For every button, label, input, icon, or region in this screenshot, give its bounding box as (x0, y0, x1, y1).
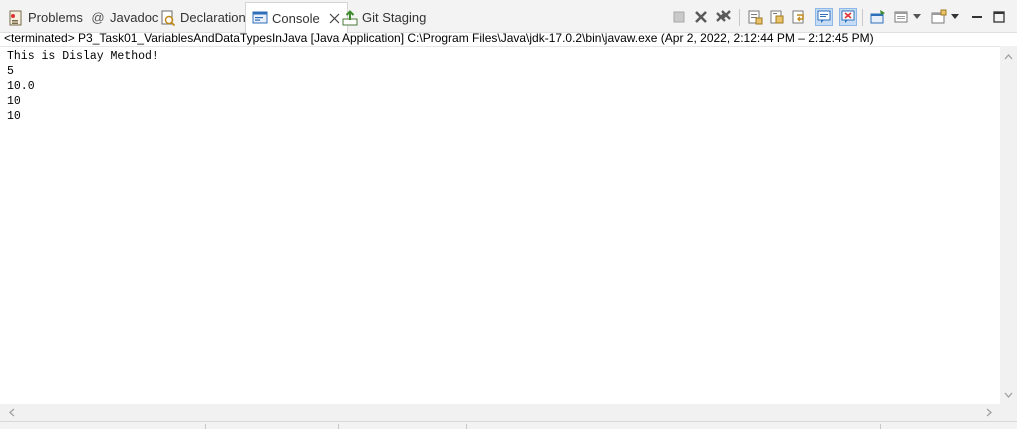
chevron-down-icon[interactable] (912, 8, 922, 26)
scroll-up-icon[interactable] (1000, 48, 1017, 65)
remove-launch-icon[interactable] (692, 8, 710, 26)
show-console-on-stderr-icon[interactable] (839, 8, 857, 26)
scroll-lock-icon[interactable] (768, 8, 786, 26)
open-console-icon[interactable] (930, 8, 948, 26)
scrollbar-corner (1000, 404, 1017, 421)
clear-console-icon[interactable] (746, 8, 764, 26)
console-output-text: This is Dislay Method! 5 10.0 10 10 (7, 50, 159, 123)
console-output-area[interactable]: This is Dislay Method! 5 10.0 10 10 (0, 46, 1000, 404)
word-wrap-icon[interactable] (790, 8, 808, 26)
tab-console-label: Console (272, 10, 320, 26)
toolbar-separator (739, 9, 740, 26)
scroll-left-icon[interactable] (3, 404, 20, 421)
tab-console[interactable]: Console (245, 2, 348, 33)
show-console-on-stdout-icon[interactable] (815, 8, 833, 26)
horizontal-scrollbar[interactable] (0, 404, 1000, 421)
tab-git-staging[interactable]: Git Staging (342, 3, 426, 32)
display-selected-console-icon[interactable] (892, 8, 910, 26)
close-icon[interactable] (329, 12, 341, 24)
tab-git-staging-label: Git Staging (362, 10, 427, 25)
problems-icon (8, 10, 24, 26)
scroll-right-icon[interactable] (980, 404, 997, 421)
status-divider (205, 424, 206, 429)
console-icon (252, 10, 268, 26)
status-divider (466, 424, 467, 429)
scroll-down-icon[interactable] (1000, 386, 1017, 403)
vertical-scrollbar[interactable] (1000, 46, 1017, 404)
chevron-down-icon[interactable] (950, 8, 960, 26)
tab-javadoc[interactable]: @ Javadoc (90, 3, 158, 32)
status-divider (880, 424, 881, 429)
tab-problems[interactable]: Problems (8, 3, 83, 32)
terminate-icon[interactable] (670, 8, 688, 26)
view-tab-bar: Problems @ Javadoc Declaration Console G… (0, 0, 1017, 33)
status-bar (0, 421, 1017, 429)
at-icon: @ (91, 10, 105, 25)
declaration-icon (160, 10, 176, 26)
tab-javadoc-label: Javadoc (110, 10, 159, 25)
launch-description: <terminated> P3_Task01_VariablesAndDataT… (4, 31, 874, 45)
tab-declaration-label: Declaration (180, 10, 246, 25)
maximize-icon[interactable] (990, 8, 1008, 26)
pin-console-icon[interactable] (869, 8, 887, 26)
git-staging-icon (342, 9, 358, 26)
tab-problems-label: Problems (28, 10, 83, 25)
tab-declaration[interactable]: Declaration (160, 3, 246, 32)
status-divider (338, 424, 339, 429)
remove-all-terminated-icon[interactable] (714, 8, 732, 26)
toolbar-separator (862, 9, 863, 26)
minimize-icon[interactable] (968, 8, 986, 26)
